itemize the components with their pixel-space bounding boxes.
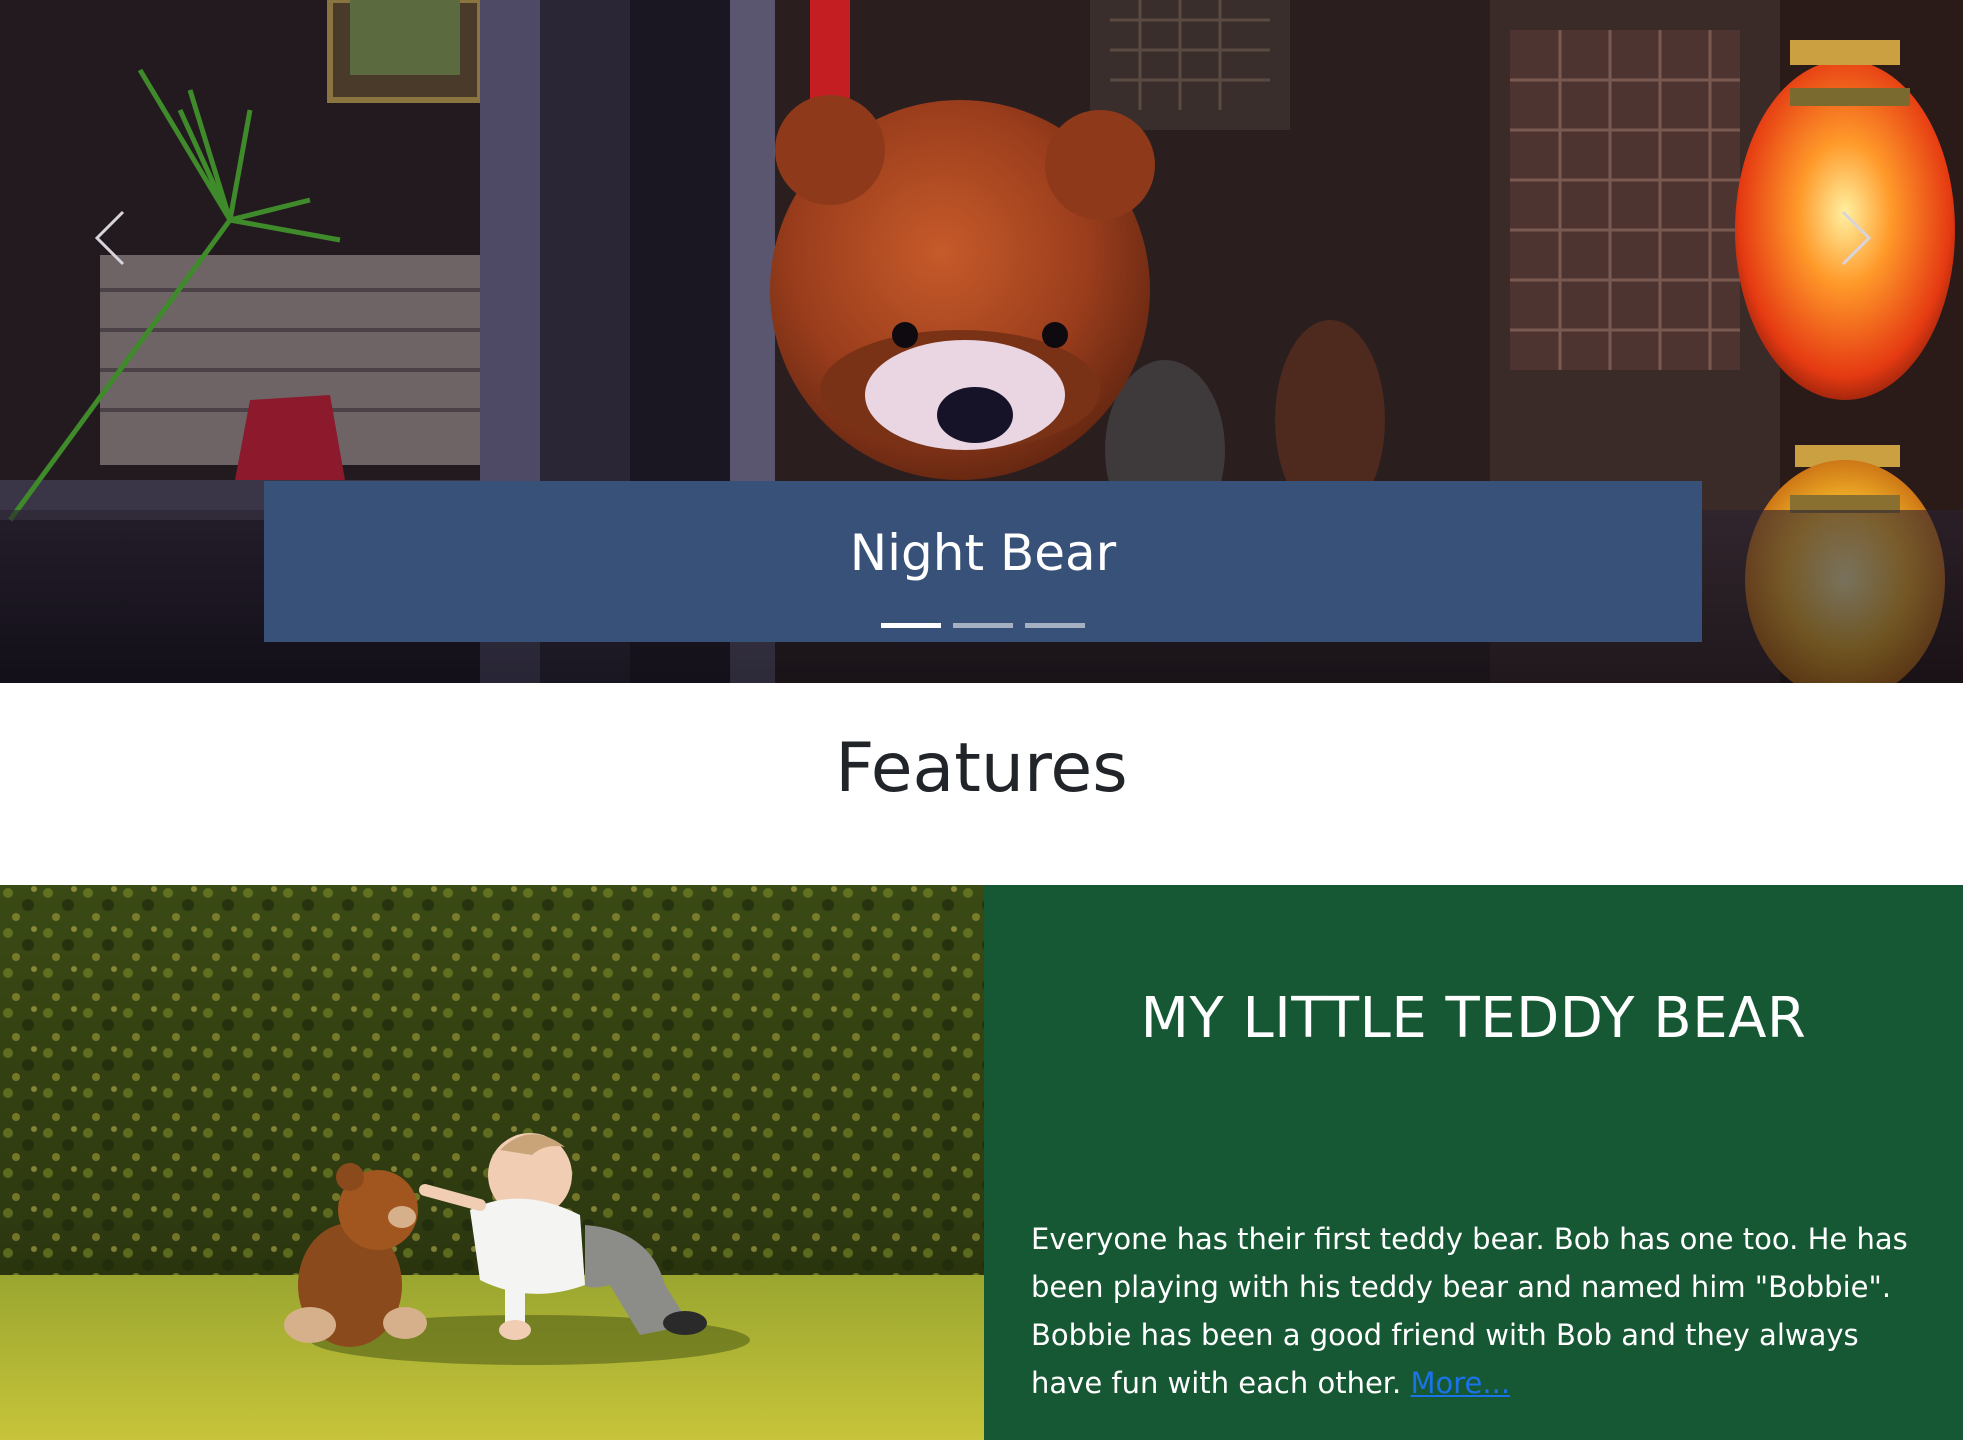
feature-title: MY LITTLE TEDDY BEAR [1140,986,1807,1051]
feature-card: MY LITTLE TEDDY BEAR Everyone has their … [984,885,1963,1440]
carousel-indicator-3[interactable] [1025,623,1085,628]
chevron-right-icon [1839,210,1873,270]
hero-carousel: Night Bear [0,0,1963,683]
carousel-indicators [264,623,1702,628]
feature-description: Everyone has their first teddy bear. Bob… [1031,1215,1936,1407]
carousel-indicator-1[interactable] [881,623,941,628]
carousel-next-button[interactable] [1826,200,1886,280]
features-heading: Features [835,729,1128,808]
carousel-prev-button[interactable] [80,200,140,280]
carousel-caption-title: Night Bear [849,524,1117,582]
carousel-indicator-2[interactable] [953,623,1013,628]
more-link[interactable]: More... [1411,1366,1511,1400]
feature-image [0,885,984,1440]
carousel-caption: Night Bear [264,481,1702,642]
chevron-left-icon [93,210,127,270]
